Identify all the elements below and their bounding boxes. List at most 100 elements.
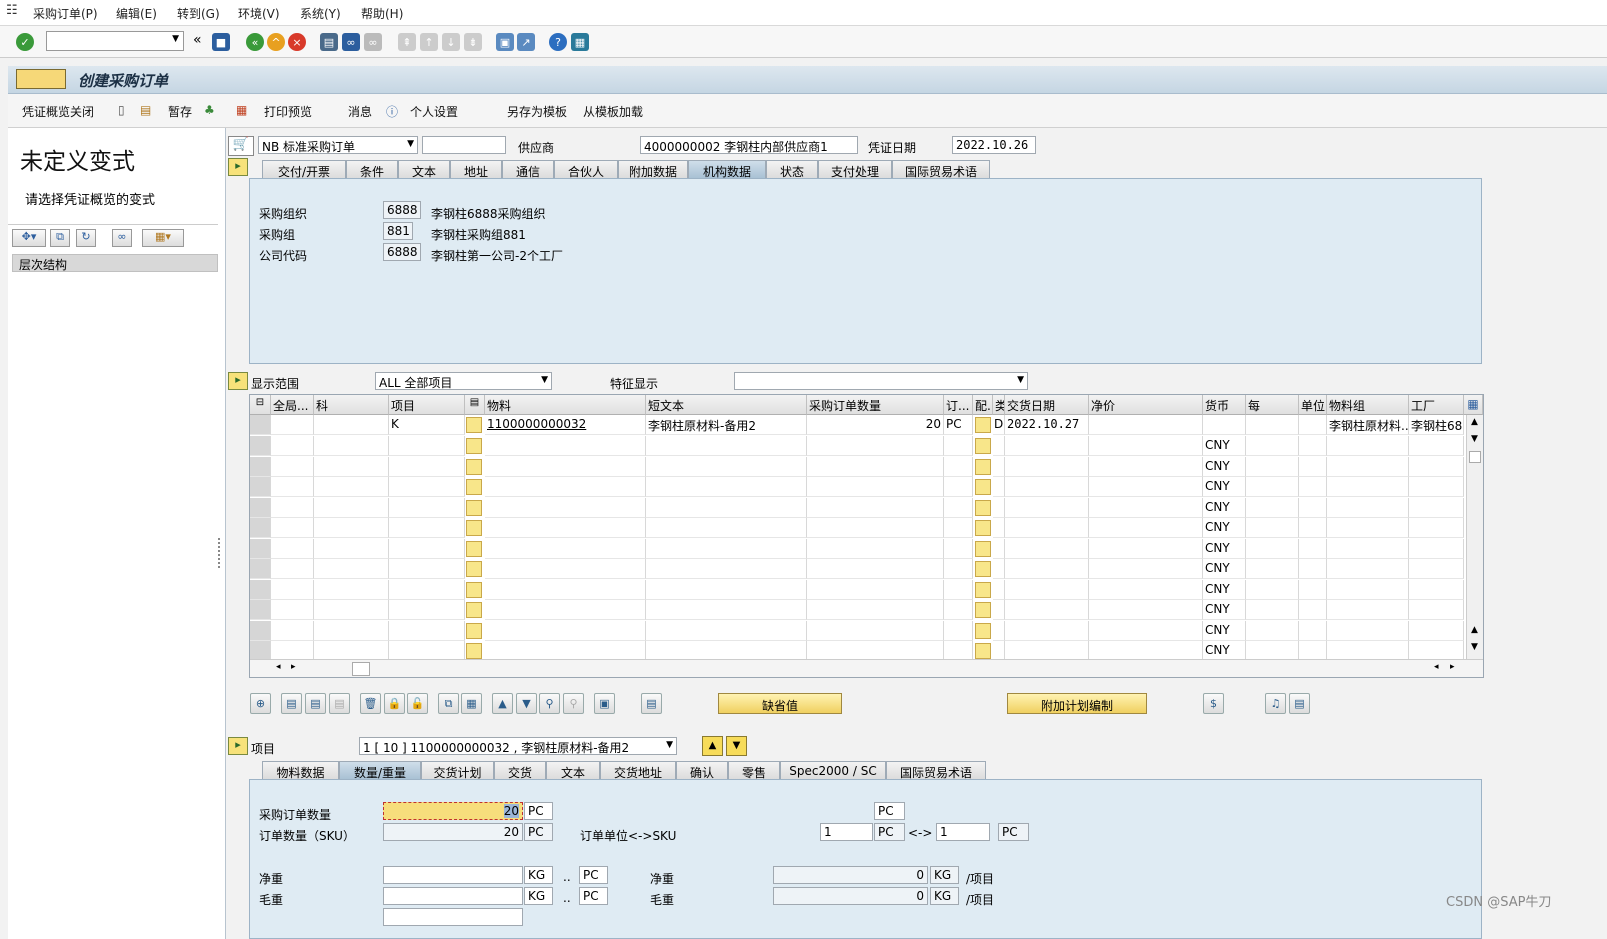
table-cell[interactable] <box>1089 579 1203 600</box>
table-cell[interactable] <box>1409 456 1464 477</box>
save-icon[interactable]: ■ <box>212 33 230 51</box>
history-icon[interactable]: ▤ <box>1289 693 1310 714</box>
sort-ascending-icon[interactable]: ▲ <box>492 693 513 714</box>
config-icon[interactable] <box>975 540 991 557</box>
table-cell[interactable] <box>271 600 314 620</box>
table-cell[interactable] <box>944 436 973 456</box>
tab-incoterms[interactable]: 国际贸易术语 <box>892 160 990 179</box>
plant-cell[interactable]: 李钢柱688 <box>1409 415 1464 435</box>
scroll-up-icon[interactable]: ▲ <box>1471 625 1478 635</box>
tab-status[interactable]: 状态 <box>766 160 818 179</box>
table-cell[interactable] <box>807 620 944 641</box>
currency-cell[interactable]: CNY <box>1203 456 1246 477</box>
deselect-icon[interactable]: ▤ <box>329 693 350 714</box>
scroll-left-icon[interactable]: ◂ <box>276 662 281 672</box>
table-cell[interactable] <box>314 415 389 435</box>
table-cell[interactable] <box>1299 477 1327 497</box>
help-icon[interactable]: ? <box>549 33 567 51</box>
tab-quantity-weight[interactable]: 数量/重量 <box>339 761 421 780</box>
table-cell[interactable] <box>646 620 807 641</box>
table-cell[interactable] <box>807 477 944 497</box>
table-cell[interactable] <box>485 497 646 518</box>
col-header[interactable]: 物料 <box>485 395 646 415</box>
delete-icon[interactable]: 🗑 <box>360 693 381 714</box>
tab-partners[interactable]: 合伙人 <box>554 160 618 179</box>
currency-cell[interactable]: CNY <box>1203 518 1246 538</box>
table-cell[interactable] <box>1246 497 1299 518</box>
close-overview-button[interactable]: 凭证概览关闭 <box>22 103 94 120</box>
horizontal-scrollbar[interactable]: ◂ ▸ ◂ ▸ <box>250 659 1483 677</box>
table-cell[interactable] <box>1005 518 1089 538</box>
material-cell[interactable]: 1100000000032 <box>485 415 646 435</box>
scroll-thumb[interactable] <box>352 662 370 676</box>
item-category-cell[interactable]: K <box>389 415 465 435</box>
tab-confirmations[interactable]: 确认 <box>676 761 728 780</box>
table-cell[interactable] <box>993 477 1005 497</box>
currency-cell[interactable]: CNY <box>1203 559 1246 579</box>
item-detail-icon[interactable] <box>466 581 482 598</box>
personal-settings-button[interactable]: 个人设置 <box>410 103 458 120</box>
table-cell[interactable] <box>271 538 314 559</box>
table-cell[interactable] <box>314 497 389 518</box>
menu-icon[interactable]: ☷ <box>6 3 18 18</box>
currency-cell[interactable] <box>1203 415 1246 435</box>
chevron-down-icon[interactable]: ▼ <box>172 34 179 44</box>
collapse-items-icon[interactable]: ▸ <box>228 372 248 390</box>
table-cell[interactable] <box>1246 559 1299 579</box>
table-cell[interactable] <box>944 620 973 641</box>
table-cell[interactable] <box>485 456 646 477</box>
menu-edit[interactable]: 编辑(E) <box>116 5 157 22</box>
hold-button[interactable]: 暂存 <box>168 103 192 120</box>
currency-cell[interactable]: CNY <box>1203 497 1246 518</box>
col-header[interactable]: 工厂 <box>1409 395 1464 415</box>
find-icon[interactable]: ∞ <box>112 229 132 247</box>
tab-incoterms[interactable]: 国际贸易术语 <box>886 761 986 780</box>
tab-spec2000[interactable]: Spec2000 / SC <box>780 761 886 779</box>
short-text-cell[interactable]: 李钢柱原材料-备用2 <box>646 415 807 435</box>
tab-texts[interactable]: 文本 <box>398 160 450 179</box>
company-code-field[interactable]: 6888 <box>383 243 421 261</box>
table-cell[interactable] <box>1409 538 1464 559</box>
table-cell[interactable] <box>646 538 807 559</box>
table-cell[interactable] <box>314 641 389 661</box>
add-planning-button[interactable]: 附加计划编制 <box>1007 693 1147 714</box>
conversion-left-field[interactable]: 1 <box>820 823 873 841</box>
menu-goto[interactable]: 转到(G) <box>177 5 220 22</box>
table-cell[interactable] <box>944 579 973 600</box>
back-icon[interactable]: « <box>246 33 264 51</box>
table-cell[interactable] <box>944 641 973 661</box>
chevron-down-icon[interactable]: ▼ <box>541 375 548 385</box>
table-cell[interactable] <box>1089 600 1203 620</box>
net-weight-unit[interactable]: KG <box>524 866 553 884</box>
save-as-template-button[interactable]: 另存为模板 <box>507 103 567 120</box>
table-cell[interactable] <box>1409 497 1464 518</box>
table-cell[interactable] <box>314 456 389 477</box>
table-cell[interactable] <box>646 559 807 579</box>
per-cell[interactable] <box>1246 415 1299 435</box>
table-cell[interactable] <box>807 456 944 477</box>
unlock-icon[interactable]: 🔓 <box>407 693 428 714</box>
table-cell[interactable] <box>1299 518 1327 538</box>
refresh-icon[interactable]: ↻ <box>76 229 96 247</box>
copy-icon[interactable]: ⧉ <box>50 229 70 247</box>
table-cell[interactable] <box>944 518 973 538</box>
menu-system[interactable]: 系统(Y) <box>300 5 341 22</box>
table-cell[interactable] <box>389 436 465 456</box>
table-cell[interactable] <box>314 559 389 579</box>
table-cell[interactable] <box>944 477 973 497</box>
table-cell[interactable] <box>485 518 646 538</box>
subtotal-icon[interactable]: ▣ <box>594 693 615 714</box>
display-range-select[interactable]: ALL 全部项目 ▼ <box>375 372 552 390</box>
purch-group-field[interactable]: 881 <box>383 222 413 240</box>
order-unit-cell[interactable] <box>1299 415 1327 435</box>
details-icon[interactable]: ⊕ <box>250 693 271 714</box>
table-cell[interactable] <box>1327 518 1409 538</box>
lock-icon[interactable]: 🔒 <box>384 693 405 714</box>
scroll-up-icon[interactable]: ▲ <box>1471 417 1478 427</box>
scroll-thumb[interactable] <box>1469 451 1481 463</box>
config-icon[interactable] <box>975 520 991 536</box>
col-header[interactable]: 每 <box>1246 395 1299 415</box>
currency-cell[interactable]: CNY <box>1203 436 1246 456</box>
feature-display-select[interactable]: ▼ <box>734 372 1028 390</box>
table-cell[interactable] <box>1005 538 1089 559</box>
